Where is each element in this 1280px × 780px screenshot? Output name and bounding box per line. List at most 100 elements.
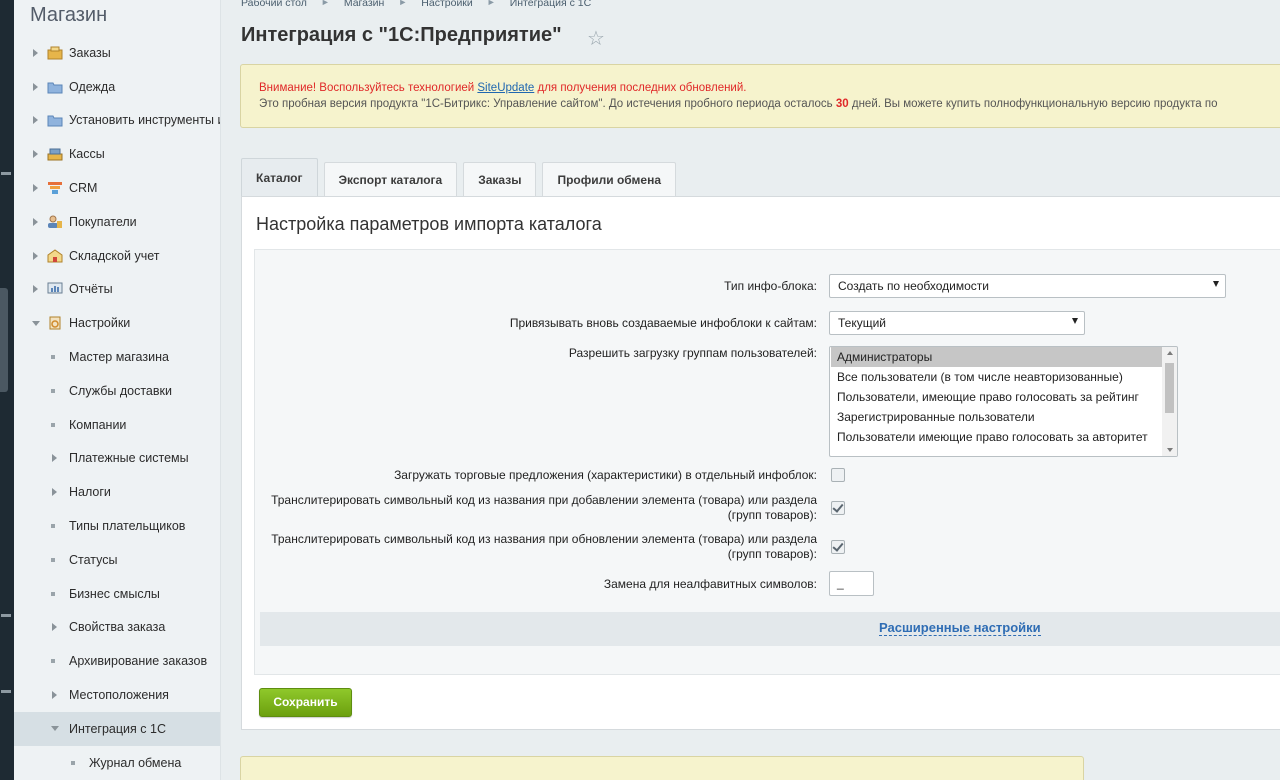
translit-update-label: Транслитерировать символьный код из назв… xyxy=(271,532,817,562)
bind-sites-select[interactable]: Текущий xyxy=(829,311,1085,335)
folder-icon xyxy=(47,115,63,127)
sidebar-item-cash-registers[interactable]: Кассы xyxy=(14,137,220,171)
sidebar-item-label: Одежда xyxy=(69,79,116,94)
scroll-down-icon[interactable] xyxy=(1167,448,1173,452)
tab-bar: Каталог Экспорт каталога Заказы Профили … xyxy=(241,158,677,196)
list-item[interactable]: Пользователи, имеющие право голосовать з… xyxy=(831,387,1177,407)
chevron-right-icon[interactable] xyxy=(33,184,38,193)
breadcrumb-item[interactable]: Магазин xyxy=(344,0,385,9)
settings-icon xyxy=(49,316,61,330)
chevron-right-icon[interactable] xyxy=(33,82,38,91)
sidebar-item-exchange-log[interactable]: Журнал обмена xyxy=(14,746,220,780)
advanced-settings-link[interactable]: Расширенные настройки xyxy=(879,621,1041,636)
warehouse-icon xyxy=(47,249,63,263)
breadcrumb-item[interactable]: Настройки xyxy=(421,0,473,9)
bullet-icon xyxy=(71,760,75,765)
sidebar-item-shop-wizard[interactable]: Мастер магазина xyxy=(14,340,220,374)
offers-checkbox[interactable] xyxy=(831,468,845,482)
chevron-right-icon[interactable] xyxy=(33,150,38,159)
sidebar-item-order-archiving[interactable]: Архивирование заказов xyxy=(14,644,220,678)
replace-char-label: Замена для неалфавитных символов: xyxy=(603,577,817,591)
sidebar-item-locations[interactable]: Местоположения xyxy=(14,678,220,712)
sidebar-item-label: CRM xyxy=(69,181,98,196)
iblock-type-value: Создать по необходимости xyxy=(838,279,989,293)
iblock-type-select[interactable]: Создать по необходимости xyxy=(829,274,1226,298)
chevron-right-icon[interactable] xyxy=(33,116,38,125)
sidebar-item-business-meanings[interactable]: Бизнес смыслы xyxy=(14,577,220,611)
list-item[interactable]: Администраторы xyxy=(831,347,1177,367)
chevron-right-icon[interactable] xyxy=(52,454,57,463)
sidebar-item-label: Заказы xyxy=(69,45,111,60)
chevron-right-icon[interactable] xyxy=(52,488,57,497)
sidebar-item-label: Платежные системы xyxy=(69,451,189,466)
chevron-down-icon[interactable] xyxy=(51,726,59,732)
sidebar-item-label: Типы плательщиков xyxy=(69,519,186,534)
label-line: (групп товаров): xyxy=(727,547,817,561)
sidebar-item-label: Журнал обмена xyxy=(89,755,182,770)
edge-marker xyxy=(1,690,11,693)
chevron-right-icon[interactable] xyxy=(33,217,38,226)
bullet-icon xyxy=(51,557,55,562)
listbox-scrollbar[interactable] xyxy=(1162,347,1177,456)
sidebar-item-companies[interactable]: Компании xyxy=(14,408,220,442)
folder-icon xyxy=(47,82,63,94)
chevron-right-icon[interactable] xyxy=(52,691,57,700)
siteupdate-link[interactable]: SiteUpdate xyxy=(477,82,534,94)
list-item[interactable]: Пользователи имеющие право голосовать за… xyxy=(831,427,1177,447)
sidebar-item-warehouse[interactable]: Складской учет xyxy=(14,239,220,273)
sidebar-item-label: Настройки xyxy=(69,316,131,331)
sidebar-item-label: Свойства заказа xyxy=(69,620,166,635)
chevron-right-icon[interactable] xyxy=(33,48,38,57)
section-title: Настройка параметров импорта каталога xyxy=(256,214,602,234)
list-item[interactable]: Все пользователи (в том числе неавторизо… xyxy=(831,367,1177,387)
tab-catalog-export[interactable]: Экспорт каталога xyxy=(323,162,458,196)
save-button[interactable]: Сохранить xyxy=(259,688,352,717)
dropdown-caret-icon xyxy=(1072,318,1078,324)
edge-marker xyxy=(1,614,11,617)
chevron-right-icon[interactable] xyxy=(33,285,38,294)
star-icon[interactable]: ☆ xyxy=(587,26,605,51)
bullet-icon xyxy=(51,388,55,393)
sidebar-title: Магазин xyxy=(30,4,108,26)
tab-catalog[interactable]: Каталог xyxy=(241,158,318,196)
sidebar-item-delivery-services[interactable]: Службы доставки xyxy=(14,374,220,408)
list-item[interactable]: Зарегистрированные пользователи xyxy=(831,407,1177,427)
sidebar-item-install-tools[interactable]: Установить инструменты и xyxy=(14,104,220,138)
sidebar-item-payer-types[interactable]: Типы плательщиков xyxy=(14,509,220,543)
sidebar-item-order-properties[interactable]: Свойства заказа xyxy=(14,611,220,645)
sidebar-item-reports[interactable]: Отчёты xyxy=(14,273,220,307)
label-line: (групп товаров): xyxy=(727,508,817,522)
chevron-right-icon[interactable] xyxy=(33,251,38,260)
chevron-down-icon[interactable] xyxy=(32,320,40,326)
sidebar-item-label: Установить инструменты и xyxy=(69,113,221,128)
user-groups-listbox[interactable]: Администраторы Все пользователи (в том ч… xyxy=(829,346,1178,457)
user-groups-label: Разрешить загрузку группам пользователей… xyxy=(568,346,817,360)
sidebar-item-crm[interactable]: CRM xyxy=(14,171,220,205)
scroll-up-icon[interactable] xyxy=(1167,351,1173,355)
sidebar-item-taxes[interactable]: Налоги xyxy=(14,475,220,509)
chevron-right-icon[interactable] xyxy=(52,623,57,632)
breadcrumb-item[interactable]: Рабочий стол xyxy=(241,0,307,9)
replace-char-input[interactable]: _ xyxy=(829,571,874,596)
sidebar-item-statuses[interactable]: Статусы xyxy=(14,543,220,577)
sidebar-item-orders[interactable]: Заказы xyxy=(14,36,220,70)
sidebar-item-1c-integration[interactable]: Интеграция с 1С xyxy=(14,711,220,746)
advanced-settings-bar: Расширенные настройки xyxy=(260,612,1280,646)
tab-orders[interactable]: Заказы xyxy=(463,162,537,196)
checkmark-icon xyxy=(832,501,844,513)
translit-add-checkbox[interactable] xyxy=(831,501,845,515)
label-line: Транслитерировать символьный код из назв… xyxy=(271,493,817,507)
translit-update-checkbox[interactable] xyxy=(831,540,845,554)
sidebar-item-clothes[interactable]: Одежда xyxy=(14,70,220,104)
panel-resize-handle[interactable] xyxy=(0,288,8,392)
breadcrumb-item[interactable]: Интеграция с 1С xyxy=(510,0,591,9)
tab-exchange-profiles[interactable]: Профили обмена xyxy=(542,162,677,196)
sidebar-item-payment-systems[interactable]: Платежные системы xyxy=(14,442,220,476)
bullet-icon xyxy=(51,422,55,427)
scrollbar-thumb[interactable] xyxy=(1165,363,1174,413)
sidebar-item-label: Интеграция с 1С xyxy=(69,721,166,736)
orders-icon xyxy=(47,46,63,60)
iblock-type-label: Тип инфо-блока: xyxy=(724,279,817,293)
sidebar-item-customers[interactable]: Покупатели xyxy=(14,205,220,239)
sidebar-item-settings[interactable]: Настройки xyxy=(14,306,220,340)
